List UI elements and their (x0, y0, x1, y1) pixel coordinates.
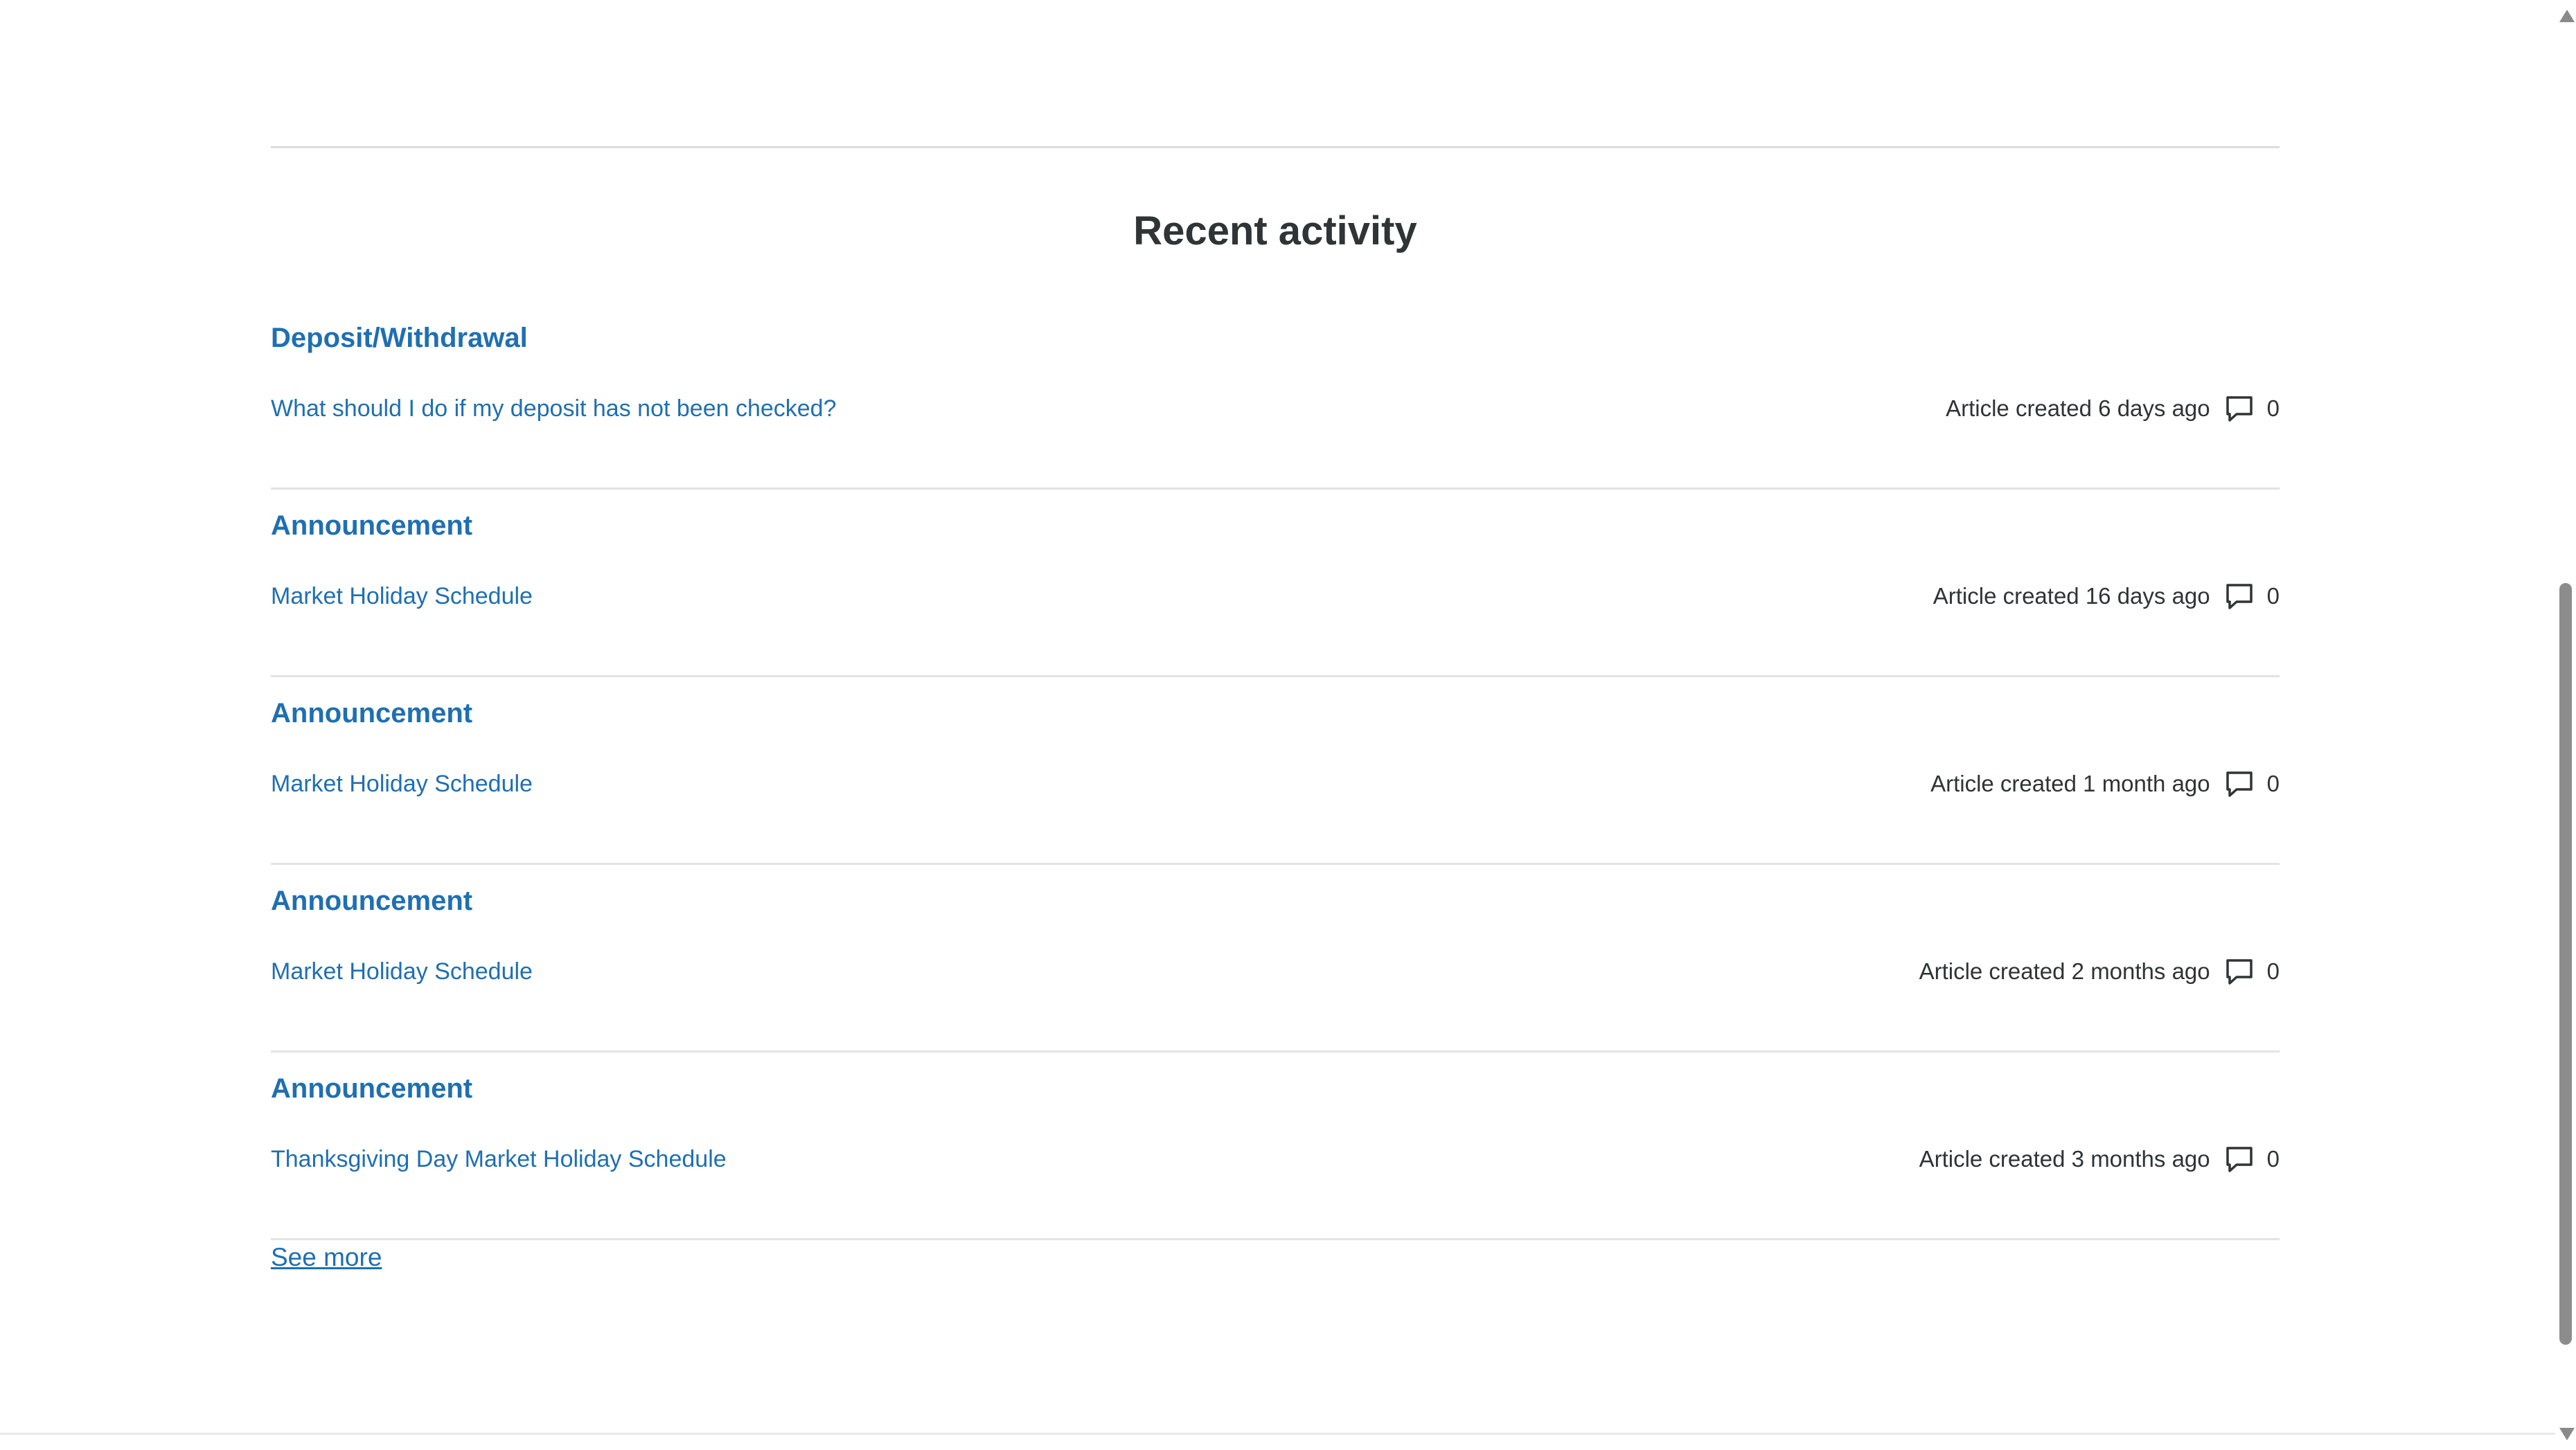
comment-count: 0 (2266, 583, 2280, 609)
comment-icon (2224, 393, 2255, 424)
article-link[interactable]: Market Holiday Schedule (271, 580, 533, 613)
article-created-text: Article created 6 days ago (1946, 395, 2210, 421)
see-more-link[interactable]: See more (271, 1239, 382, 1276)
footer-divider (0, 1433, 2556, 1435)
page-viewport: Recent activity Deposit/Withdrawal What … (0, 0, 2576, 1450)
comment-count: 0 (2266, 771, 2280, 796)
scroll-up-icon[interactable] (2559, 10, 2575, 22)
recent-activity-list: Deposit/Withdrawal What should I do if m… (271, 302, 2280, 1240)
section-title: Recent activity (1133, 208, 1417, 253)
comment-icon (2224, 956, 2255, 987)
article-meta: Article created 3 months ago 0 (1919, 1143, 2280, 1176)
category-link[interactable]: Announcement (271, 1069, 472, 1108)
article-link[interactable]: What should I do if my deposit has not b… (271, 392, 837, 425)
list-item: Announcement Market Holiday Schedule Art… (271, 490, 2280, 677)
scroll-down-icon[interactable] (2559, 1428, 2575, 1440)
comment-icon (2224, 581, 2255, 611)
scrollbar-thumb[interactable] (2559, 583, 2572, 1345)
article-link[interactable]: Market Holiday Schedule (271, 767, 533, 800)
article-meta: Article created 2 months ago 0 (1919, 955, 2280, 988)
category-link[interactable]: Announcement (271, 506, 472, 545)
comment-count: 0 (2266, 395, 2280, 421)
comment-count: 0 (2266, 958, 2280, 984)
list-item: Announcement Thanksgiving Day Market Hol… (271, 1053, 2280, 1240)
article-meta: Article created 16 days ago 0 (1933, 580, 2280, 613)
list-item: Announcement Market Holiday Schedule Art… (271, 865, 2280, 1053)
category-link[interactable]: Announcement (271, 881, 472, 920)
vertical-scrollbar[interactable] (2555, 0, 2576, 1450)
category-link[interactable]: Announcement (271, 694, 472, 733)
section-divider (271, 146, 2280, 148)
article-created-text: Article created 16 days ago (1933, 583, 2210, 609)
list-item: Announcement Market Holiday Schedule Art… (271, 677, 2280, 865)
category-link[interactable]: Deposit/Withdrawal (271, 319, 528, 357)
article-link[interactable]: Thanksgiving Day Market Holiday Schedule (271, 1143, 727, 1176)
article-meta: Article created 1 month ago 0 (1930, 767, 2280, 800)
comment-icon (2224, 769, 2255, 799)
comment-icon (2224, 1144, 2255, 1174)
article-link[interactable]: Market Holiday Schedule (271, 955, 533, 988)
comment-count: 0 (2266, 1146, 2280, 1172)
article-created-text: Article created 2 months ago (1919, 958, 2210, 984)
article-created-text: Article created 3 months ago (1919, 1146, 2210, 1172)
list-item: Deposit/Withdrawal What should I do if m… (271, 302, 2280, 490)
article-meta: Article created 6 days ago 0 (1946, 392, 2280, 425)
article-created-text: Article created 1 month ago (1930, 771, 2210, 796)
